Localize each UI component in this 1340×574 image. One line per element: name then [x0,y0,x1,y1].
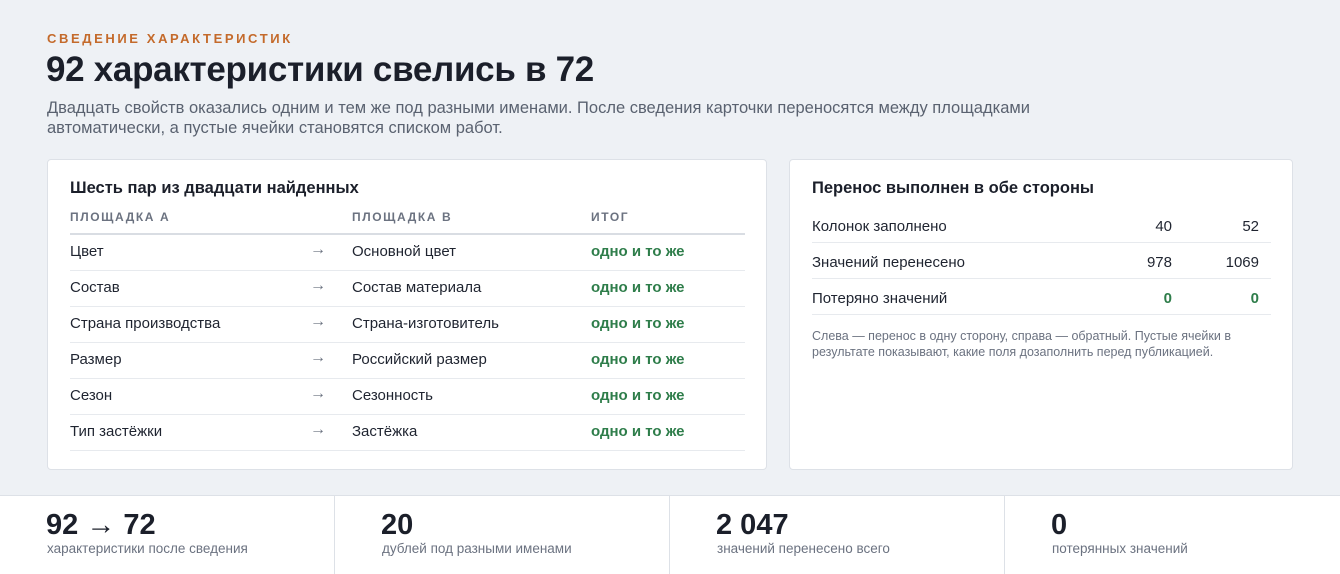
stat-value: 92 → 72 [46,509,156,541]
metric-value-reverse: 0 [1250,290,1259,307]
page-title: 92 характеристики свелись в 72 [46,50,594,89]
result-cell: одно и то же [591,279,685,296]
stat-value: 20 [381,509,414,541]
platform-b-cell: Страна-изготовитель [352,315,499,332]
result-cell: одно и то же [591,387,685,404]
stat-item: 20 дублей под разными именами [335,496,670,574]
table-row: Колонок заполнено 40 52 [812,207,1271,243]
stats-bar: 92 → 72 характеристики после сведения 20… [0,495,1340,574]
stat-label: потерянных значений [1052,541,1188,556]
platform-b-cell: Состав материала [352,279,482,296]
table-row: Размер → Российский размер одно и то же [70,343,745,379]
table-row: Состав → Состав материала одно и то же [70,271,745,307]
arrow-right-icon: → [310,313,326,330]
pairs-card-title: Шесть пар из двадцати найденных [70,179,359,197]
metric-label: Значений перенесено [812,254,965,271]
arrow-right-icon: → [310,277,326,294]
result-cell: одно и то же [591,423,685,440]
stat-item: 0 потерянных значений [1005,496,1340,574]
metric-value-forward: 978 [1146,254,1172,271]
transfer-card-title: Перенос выполнен в обе стороны [812,179,1095,197]
platform-a-cell: Страна производства [70,315,221,332]
table-row: Значений перенесено 978 1069 [812,243,1271,279]
pairs-table-body: Цвет → Основной цвет одно и то же Состав… [70,235,745,451]
platform-b-cell: Основной цвет [352,243,457,260]
platform-a-cell: Размер [70,351,122,368]
pairs-card: Шесть пар из двадцати найденных ПЛОЩАДКА… [47,159,767,470]
stat-label: значений перенесено всего [717,541,890,556]
page-description: Двадцать свойств оказались одним и тем ж… [47,99,1030,137]
table-row: Цвет → Основной цвет одно и то же [70,235,745,271]
pairs-table-header: ПЛОЩАДКА А ПЛОЩАДКА В ИТОГ [70,210,745,235]
stat-label: характеристики после сведения [47,541,248,556]
arrow-right-icon: → [310,241,326,258]
stat-label: дублей под разными именами [382,541,572,556]
arrow-right-icon: → [310,385,326,402]
result-cell: одно и то же [591,315,685,332]
metric-label: Колонок заполнено [812,218,947,235]
metric-value-reverse: 1069 [1225,254,1259,271]
transfer-card: Перенос выполнен в обе стороны Колонок з… [789,159,1293,470]
column-header-result: ИТОГ [591,210,630,224]
transfer-table: Колонок заполнено 40 52 Значений перенес… [812,207,1271,315]
platform-a-cell: Состав [70,279,120,296]
stat-item: 2 047 значений перенесено всего [670,496,1005,574]
stat-value: 0 [1051,509,1068,541]
platform-a-cell: Сезон [70,387,113,404]
arrow-right-icon: → [310,349,326,366]
result-cell: одно и то же [591,243,685,260]
metric-value-reverse: 52 [1242,218,1259,235]
section-eyebrow: СВЕДЕНИЕ ХАРАКТЕРИСТИК [47,31,293,46]
table-row: Тип застёжки → Застёжка одно и то же [70,415,745,451]
platform-b-cell: Застёжка [352,423,418,440]
metric-label: Потеряно значений [812,290,948,307]
transfer-note: Слева — перенос в одну сторону, справа —… [812,329,1231,359]
platform-a-cell: Цвет [70,243,104,260]
arrow-right-icon: → [310,421,326,438]
table-row: Страна производства → Страна-изготовител… [70,307,745,343]
platform-b-cell: Сезонность [352,387,433,404]
metric-value-forward: 40 [1155,218,1172,235]
metric-value-forward: 0 [1163,290,1172,307]
result-cell: одно и то же [591,351,685,368]
platform-a-cell: Тип застёжки [70,423,163,440]
platform-b-cell: Российский размер [352,351,487,368]
table-row: Потеряно значений 0 0 [812,279,1271,315]
table-row: Сезон → Сезонность одно и то же [70,379,745,415]
column-header-platform-a: ПЛОЩАДКА А [70,210,171,224]
stat-value: 2 047 [716,509,789,541]
column-header-platform-b: ПЛОЩАДКА В [352,210,453,224]
stat-item: 92 → 72 характеристики после сведения [0,496,335,574]
